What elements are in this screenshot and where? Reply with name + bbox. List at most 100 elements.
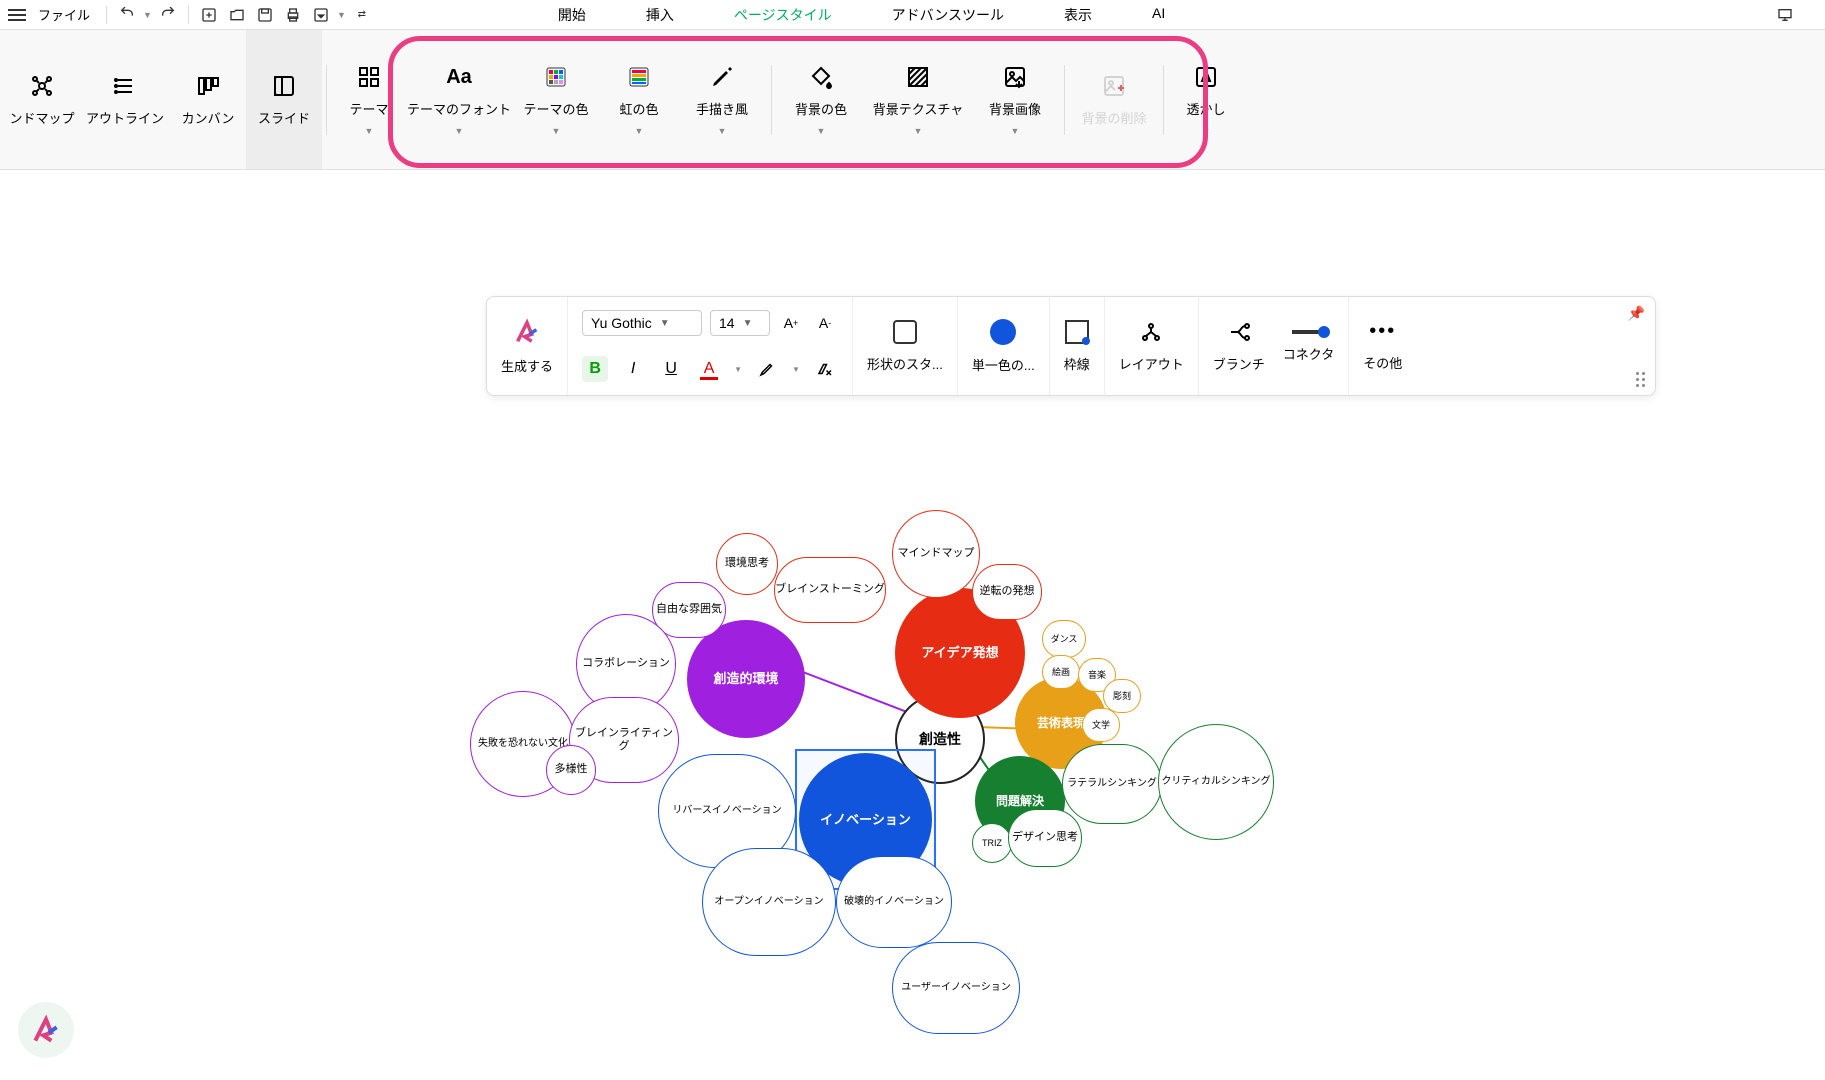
watermark-button[interactable]: A 透かし ▼ [1168, 30, 1244, 169]
caret-icon: ▼ [718, 126, 727, 136]
node[interactable]: クリティカルシンキング [1158, 724, 1274, 840]
theme-button[interactable]: テーマ ▼ [331, 30, 407, 169]
mindmap-icon [28, 72, 56, 100]
node[interactable]: TRIZ [972, 823, 1012, 863]
theme-color-button[interactable]: テーマの色 ▼ [511, 30, 601, 169]
node[interactable]: ユーザーイノベーション [892, 942, 1020, 1034]
node[interactable]: マインドマップ [892, 510, 980, 598]
bg-color-button[interactable]: 背景の色 ▼ [776, 30, 866, 169]
caret-icon: ▼ [635, 126, 644, 136]
print-button[interactable] [281, 3, 305, 27]
export-button[interactable] [309, 3, 333, 27]
more-button[interactable]: ⇄ [350, 3, 374, 27]
layout-section[interactable]: レイアウト [1105, 297, 1199, 395]
save-button[interactable] [253, 3, 277, 27]
font-aa-icon: Aa [445, 63, 473, 91]
caret-icon: ▼ [914, 126, 923, 136]
caret-icon: ▼ [552, 126, 561, 136]
dropdown-caret[interactable]: ▼ [337, 10, 346, 20]
pencil-icon [708, 63, 736, 91]
font-decrease-button[interactable]: A- [812, 310, 838, 336]
font-select[interactable]: Yu Gothic▼ [582, 310, 702, 336]
undo-button[interactable] [115, 3, 139, 27]
open-button[interactable] [225, 3, 249, 27]
floating-toolbar: 生成する Yu Gothic▼ 14▼ A+ A- B I U A ▼ ▼ 形状… [486, 296, 1656, 396]
node[interactable]: 逆転の発想 [972, 564, 1042, 620]
node[interactable]: オープンイノベーション [702, 848, 836, 956]
generate-label[interactable]: 生成する [501, 356, 553, 375]
shape-style-section[interactable]: 形状のスタ... [853, 297, 958, 395]
label: テーマのフォント [407, 99, 511, 118]
node[interactable]: ラテラルシンキング [1062, 744, 1162, 824]
node[interactable]: 多様性 [546, 745, 596, 795]
connector-section[interactable]: コネクタ [1269, 297, 1349, 395]
font-increase-button[interactable]: A+ [778, 310, 804, 336]
bg-texture-button[interactable]: 背景テクスチャ ▼ [866, 30, 970, 169]
clear-format-button[interactable] [812, 356, 838, 382]
more-section[interactable]: ••• その他 [1349, 297, 1442, 395]
present-button[interactable] [1773, 3, 1797, 27]
node[interactable]: デザイン思考 [1008, 809, 1082, 867]
node[interactable]: 絵画 [1042, 655, 1080, 689]
highlight-button[interactable] [754, 356, 780, 382]
view-outline[interactable]: アウトライン [80, 30, 170, 169]
node[interactable]: ブレインストーミング [774, 557, 886, 623]
label: スライド [258, 108, 310, 127]
sketch-button[interactable]: 手描き風 ▼ [677, 30, 767, 169]
node[interactable]: 環境思考 [716, 533, 778, 595]
rainbow-button[interactable]: 虹の色 ▼ [601, 30, 677, 169]
drag-handle[interactable] [1636, 372, 1645, 387]
ai-fab-button[interactable] [18, 1002, 74, 1058]
label: 虹の色 [619, 99, 658, 118]
caret-icon: ▼ [365, 126, 374, 136]
tab-insert[interactable]: 挿入 [646, 1, 674, 29]
file-menu[interactable]: ファイル [38, 5, 90, 24]
caret-icon[interactable]: ▼ [792, 365, 800, 374]
size-select[interactable]: 14▼ [710, 310, 770, 336]
underline-button[interactable]: U [658, 356, 684, 382]
italic-button[interactable]: I [620, 356, 646, 382]
view-kanban[interactable]: カンバン [170, 30, 246, 169]
theme-font-button[interactable]: Aa テーマのフォント ▼ [407, 30, 511, 169]
node[interactable]: 彫刻 [1103, 679, 1141, 713]
color-circle-icon [990, 319, 1016, 345]
node[interactable]: ダンス [1042, 620, 1086, 658]
new-button[interactable] [197, 3, 221, 27]
tab-start[interactable]: 開始 [558, 1, 586, 29]
label: 背景テクスチャ [873, 99, 963, 118]
tab-advanced[interactable]: アドバンスツール [892, 1, 1004, 29]
background-group: 背景の色 ▼ 背景テクスチャ ▼ 背景画像 ▼ [776, 30, 1060, 169]
label: ンドマップ [9, 108, 74, 127]
label: アウトライン [86, 108, 164, 127]
node-creative-env[interactable]: 創造的環境 [687, 620, 805, 738]
layout-icon [1139, 320, 1163, 344]
view-slide[interactable]: スライド [246, 30, 322, 169]
pin-button[interactable]: 📌 [1628, 305, 1645, 322]
tab-ai[interactable]: AI [1152, 1, 1165, 29]
image-icon [1001, 63, 1029, 91]
branch-section[interactable]: ブランチ [1199, 297, 1269, 395]
caret-icon: ▼ [455, 126, 464, 136]
border-section[interactable]: 枠線 [1050, 297, 1105, 395]
text-format-section: Yu Gothic▼ 14▼ A+ A- B I U A ▼ ▼ [568, 297, 853, 395]
view-mindmap[interactable]: ンドマップ [4, 30, 80, 169]
svg-text:A: A [1202, 70, 1210, 84]
caret-icon[interactable]: ▼ [734, 365, 742, 374]
bold-button[interactable]: B [582, 356, 608, 382]
node[interactable]: 破壊的イノベーション [836, 856, 952, 948]
single-color-section[interactable]: 単一色の... [958, 297, 1050, 395]
dropdown-caret[interactable]: ▼ [143, 10, 152, 20]
node[interactable]: 文学 [1082, 708, 1120, 742]
tab-page-style[interactable]: ページスタイル [734, 1, 832, 29]
texture-icon [904, 63, 932, 91]
bg-image-button[interactable]: 背景画像 ▼ [970, 30, 1060, 169]
label: コネクタ [1283, 344, 1334, 363]
tab-view[interactable]: 表示 [1064, 1, 1092, 29]
redo-button[interactable] [156, 3, 180, 27]
ai-logo-icon [30, 1014, 62, 1046]
label: その他 [1363, 353, 1402, 372]
label: 背景画像 [989, 99, 1041, 118]
divider [188, 6, 189, 24]
font-color-button[interactable]: A [696, 356, 722, 382]
hamburger-icon[interactable] [8, 9, 26, 21]
